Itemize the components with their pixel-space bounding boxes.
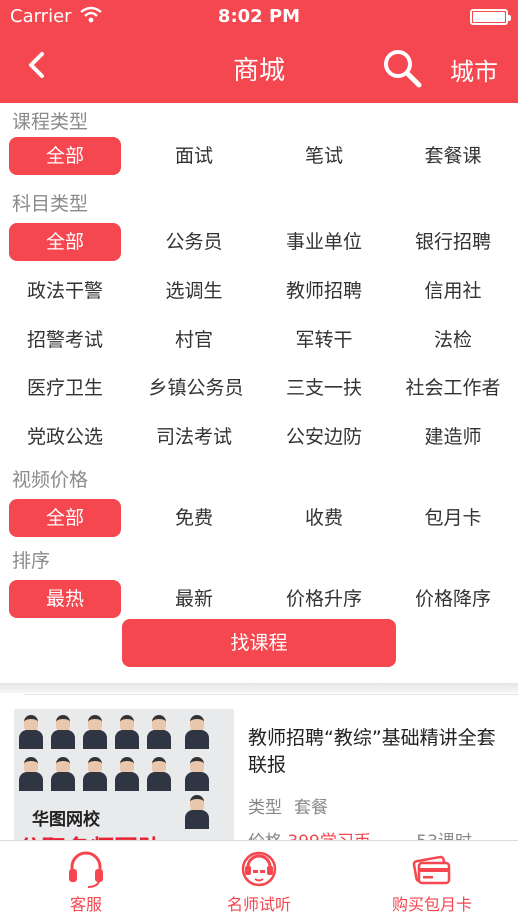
subject-type-option[interactable]: 事业单位 xyxy=(268,223,380,261)
teacher-photo xyxy=(18,757,44,791)
subject-type-option[interactable]: 三支一扶 xyxy=(268,369,380,407)
teacher-photo xyxy=(18,715,44,749)
tab-teacher-audition[interactable]: 名师试听 xyxy=(173,841,345,920)
sort-option[interactable]: 最热 xyxy=(9,580,121,618)
tab-label: 名师试听 xyxy=(226,895,291,914)
tab-bar: 客服 名师试听 购买包月卡 xyxy=(0,840,518,920)
subject-type-option[interactable]: 乡镇公务员 xyxy=(138,369,254,407)
sort-label: 排序 xyxy=(12,550,51,572)
panel-shadow xyxy=(0,683,518,693)
video-price-option[interactable]: 收费 xyxy=(268,499,380,537)
teacher-photo xyxy=(184,795,210,829)
subject-type-option[interactable]: 司法考试 xyxy=(138,418,250,456)
subject-type-option[interactable]: 银行招聘 xyxy=(397,223,509,261)
subject-type-option[interactable]: 法检 xyxy=(397,321,509,359)
city-selector[interactable]: 城市 xyxy=(450,52,498,87)
course-type: 类型 套餐 xyxy=(248,793,340,818)
tab-label: 客服 xyxy=(69,895,102,914)
filter-panel: 课程类型 全部 面试 笔试 套餐课 科目类型 全部 公务员 事业单位 银行招聘 … xyxy=(0,103,518,683)
subject-type-option[interactable]: 政法干警 xyxy=(9,272,121,310)
teacher-photo xyxy=(146,715,172,749)
course-thumbnail: 华图网校 公职名师团队 xyxy=(14,709,234,843)
page-title: 商城 xyxy=(232,56,285,86)
course-list-item[interactable]: 华图网校 公职名师团队 教师招聘“教综”基础精讲全套联报 类型套餐 价格 399… xyxy=(0,695,518,852)
subject-type-option[interactable]: 公务员 xyxy=(138,223,250,261)
teacher-photo xyxy=(114,715,140,749)
subject-type-option[interactable]: 军转干 xyxy=(268,321,380,359)
teacher-photo xyxy=(184,757,210,791)
subject-type-option[interactable]: 医疗卫生 xyxy=(9,369,121,407)
video-price-option[interactable]: 免费 xyxy=(138,499,250,537)
teacher-photo xyxy=(184,715,210,749)
headset-icon xyxy=(69,851,103,888)
video-price-option[interactable]: 全部 xyxy=(9,499,121,537)
teacher-photo xyxy=(114,757,140,791)
subject-type-option[interactable]: 社会工作者 xyxy=(394,369,512,407)
subject-type-option[interactable]: 教师招聘 xyxy=(268,272,380,310)
video-price-option[interactable]: 包月卡 xyxy=(397,499,509,537)
header: Carrier 8:02 PM 商城 城市 xyxy=(0,0,518,103)
teacher-headphones-icon xyxy=(241,851,277,887)
course-type-option[interactable]: 笔试 xyxy=(268,137,380,175)
subject-type-label: 科目类型 xyxy=(12,193,89,215)
find-course-button[interactable]: 找课程 xyxy=(122,619,396,667)
subject-type-option[interactable]: 公安边防 xyxy=(268,418,380,456)
sort-option[interactable]: 最新 xyxy=(138,580,250,618)
subject-type-option[interactable]: 建造师 xyxy=(397,418,509,456)
subject-type-option[interactable]: 信用社 xyxy=(397,272,509,310)
course-type-option[interactable]: 面试 xyxy=(138,137,250,175)
battery-icon xyxy=(470,9,511,25)
course-type-option[interactable]: 套餐课 xyxy=(397,137,509,175)
teacher-photo xyxy=(146,757,172,791)
sort-option[interactable]: 价格升序 xyxy=(268,580,380,618)
tab-buy-monthly-card[interactable]: 购买包月卡 xyxy=(346,841,518,920)
subject-type-option[interactable]: 全部 xyxy=(9,223,121,261)
course-type-label: 课程类型 xyxy=(12,111,89,133)
status-time: 8:02 PM xyxy=(217,6,301,27)
course-type-value: 套餐 xyxy=(294,798,328,818)
status-bar: Carrier 8:02 PM xyxy=(0,0,518,34)
subject-type-option[interactable]: 选调生 xyxy=(138,272,250,310)
sort-option[interactable]: 价格降序 xyxy=(397,580,509,618)
teacher-photo xyxy=(50,715,76,749)
subject-type-option[interactable]: 村官 xyxy=(138,321,250,359)
card-icon xyxy=(412,855,451,885)
teacher-photo xyxy=(50,757,76,791)
course-type-option[interactable]: 全部 xyxy=(9,137,121,175)
subject-type-option[interactable]: 招警考试 xyxy=(9,321,121,359)
magnifier-icon[interactable] xyxy=(382,48,422,88)
subject-type-option[interactable]: 党政公选 xyxy=(9,418,121,456)
thumbnail-brand: 华图网校 xyxy=(32,810,100,830)
course-type-label: 类型 xyxy=(248,798,282,818)
tab-label: 购买包月卡 xyxy=(391,895,472,914)
teacher-photo xyxy=(82,715,108,749)
video-price-label: 视频价格 xyxy=(12,469,89,491)
course-title[interactable]: 教师招聘“教综”基础精讲全套联报 xyxy=(248,725,504,779)
tab-customer-service[interactable]: 客服 xyxy=(0,841,172,920)
teacher-photo xyxy=(82,757,108,791)
